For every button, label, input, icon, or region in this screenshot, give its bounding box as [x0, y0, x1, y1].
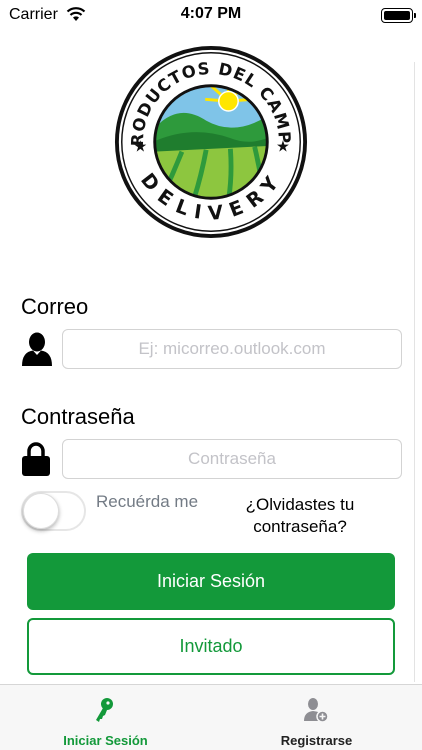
status-bar: Carrier 4:07 PM: [0, 0, 422, 30]
star-right-icon: ★: [276, 138, 290, 156]
tab-login[interactable]: Iniciar Sesión: [0, 685, 211, 750]
tab-login-label: Iniciar Sesión: [63, 733, 148, 748]
logo-badge: PRODUCTOS DEL CAMPO DELIVERY ★ ★: [114, 45, 308, 239]
toggle-knob: [23, 493, 59, 529]
battery-icon: [381, 8, 413, 23]
guest-button[interactable]: Invitado: [27, 618, 395, 675]
lock-icon: [22, 442, 50, 476]
battery-tip: [414, 13, 416, 18]
key-icon: [96, 698, 113, 722]
tab-bar: Iniciar Sesión Registrarse: [0, 684, 422, 750]
star-left-icon: ★: [133, 138, 147, 156]
email-input[interactable]: [62, 329, 402, 369]
tab-register-label: Registrarse: [280, 733, 353, 748]
user-icon: [22, 332, 52, 366]
remember-label: Recuérda me: [96, 492, 199, 511]
clock: 4:07 PM: [180, 5, 242, 22]
scroll-indicator: [414, 62, 415, 682]
forgot-password-link[interactable]: ¿Olvidastes tu contraseña?: [230, 494, 370, 538]
email-label: Correo: [21, 294, 89, 319]
add-user-icon: [304, 698, 329, 723]
remember-toggle[interactable]: [21, 491, 86, 531]
password-label: Contraseña: [21, 404, 135, 429]
tab-register[interactable]: Registrarse: [211, 685, 422, 750]
password-input[interactable]: [62, 439, 402, 479]
login-button[interactable]: Iniciar Sesión: [27, 553, 395, 610]
